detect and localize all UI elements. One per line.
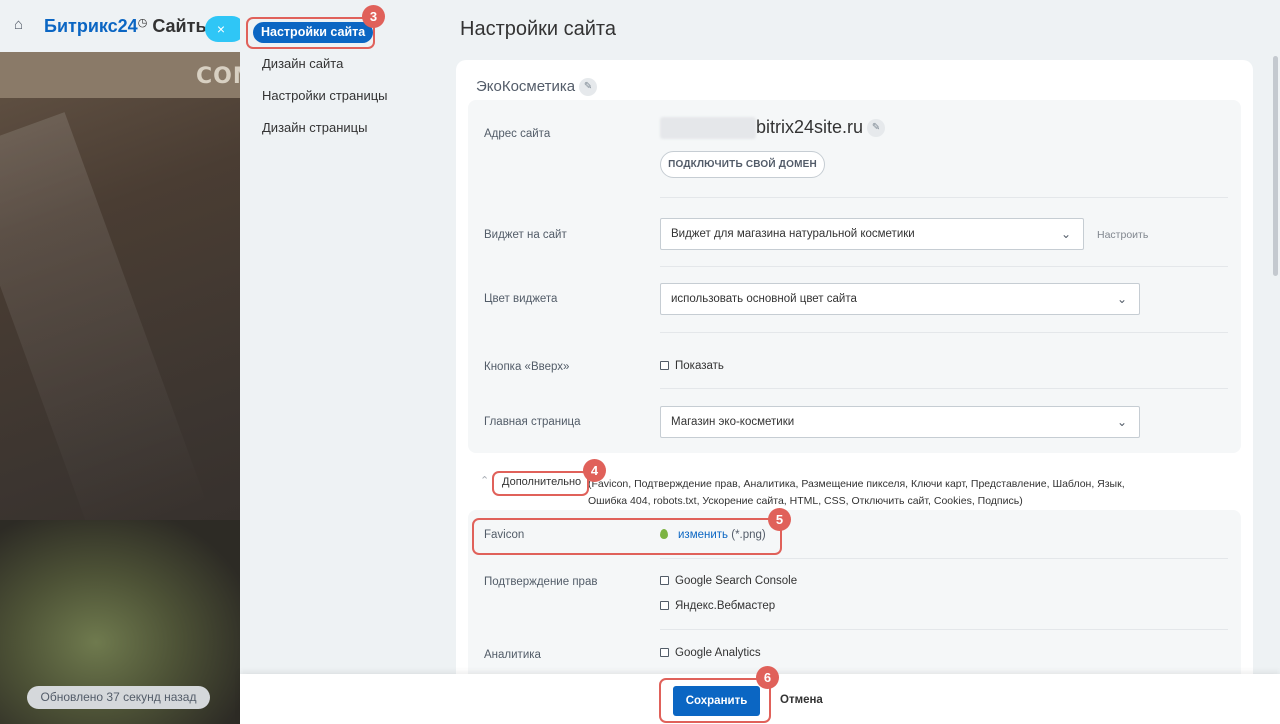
updated-status: Обновлено 37 секунд назад bbox=[27, 686, 210, 709]
yandex-webmaster-checkbox[interactable]: Яндекс.Вебмастер bbox=[660, 600, 775, 612]
close-slider-button[interactable]: × bbox=[205, 16, 245, 42]
site-domain: bitrix24site.ru ✎ bbox=[660, 117, 886, 140]
main-settings-panel: Адрес сайта bitrix24site.ru ✎ ПОДКЛЮЧИТЬ … bbox=[468, 100, 1241, 453]
widget-configure-link[interactable]: Настроить bbox=[1097, 229, 1148, 241]
checkbox-icon[interactable] bbox=[660, 601, 669, 610]
checkbox-icon[interactable] bbox=[660, 576, 669, 585]
additional-section-summary: (Favicon, Подтверждение прав, Аналитика,… bbox=[588, 476, 1188, 510]
checkbox-icon[interactable] bbox=[660, 361, 669, 370]
widget-color-select[interactable]: использовать основной цвет сайта ⌄ bbox=[660, 283, 1140, 315]
highlight-save bbox=[659, 678, 771, 723]
preview-header-text: COM bbox=[196, 64, 240, 89]
home-icon[interactable]: ⌂ bbox=[14, 17, 30, 33]
settings-side-menu: Настройки сайта Дизайн сайта Настройки с… bbox=[240, 0, 440, 724]
settings-card: ЭкоКосметика ✎ Адрес сайта bitrix24site.r… bbox=[456, 60, 1253, 724]
up-button-label: Кнопка «Вверх» bbox=[484, 361, 570, 373]
menu-item-page-design[interactable]: Дизайн страницы bbox=[262, 120, 367, 135]
chevron-down-icon: ⌄ bbox=[1060, 227, 1071, 241]
highlight-site-settings bbox=[246, 17, 375, 49]
step-badge-3: 3 bbox=[362, 5, 385, 28]
step-badge-5: 5 bbox=[768, 508, 791, 531]
pencil-icon[interactable]: ✎ bbox=[579, 78, 598, 97]
connect-domain-button[interactable]: ПОДКЛЮЧИТЬ СВОЙ ДОМЕН bbox=[660, 151, 825, 178]
page-scrollbar[interactable] bbox=[1271, 0, 1280, 674]
divider bbox=[660, 629, 1228, 630]
collapse-chevron-icon[interactable]: ⌃ bbox=[480, 474, 489, 487]
additional-summary-line: Ошибка 404, robots.txt, Ускорение сайта,… bbox=[588, 495, 1023, 507]
home-page-label: Главная страница bbox=[484, 416, 581, 428]
site-name: ЭкоКосметика ✎ bbox=[476, 78, 598, 97]
scrollbar-thumb[interactable] bbox=[1273, 56, 1278, 276]
rights-label: Подтверждение прав bbox=[484, 576, 598, 588]
google-analytics-checkbox[interactable]: Google Analytics bbox=[660, 647, 761, 659]
widget-select[interactable]: Виджет для магазина натуральной косметик… bbox=[660, 218, 1084, 250]
page-title: Настройки сайта bbox=[460, 18, 616, 40]
widget-label: Виджет на сайт bbox=[484, 229, 567, 241]
up-button-checkbox[interactable]: Показать bbox=[660, 360, 724, 372]
divider bbox=[660, 197, 1228, 198]
step-badge-6: 6 bbox=[756, 666, 779, 689]
main-settings-area: Настройки сайта ЭкоКосметика ✎ Адрес сайт… bbox=[440, 0, 1280, 724]
highlight-favicon bbox=[472, 518, 782, 555]
divider bbox=[660, 332, 1228, 333]
checkbox-icon[interactable] bbox=[660, 648, 669, 657]
preview-light-beam bbox=[0, 112, 209, 548]
brand-logo[interactable]: Битрикс24◷ Сайты bbox=[44, 16, 211, 37]
chevron-down-icon: ⌄ bbox=[1116, 415, 1127, 429]
step-badge-4: 4 bbox=[583, 459, 606, 482]
menu-item-page-settings[interactable]: Настройки страницы bbox=[262, 88, 388, 103]
menu-item-site-design[interactable]: Дизайн сайта bbox=[262, 56, 343, 71]
blurred-subdomain bbox=[660, 117, 756, 140]
divider bbox=[660, 558, 1228, 559]
home-page-select[interactable]: Магазин эко-косметики ⌄ bbox=[660, 406, 1140, 438]
widget-color-label: Цвет виджета bbox=[484, 293, 558, 305]
google-search-console-checkbox[interactable]: Google Search Console bbox=[660, 575, 797, 587]
divider bbox=[660, 388, 1228, 389]
divider bbox=[660, 266, 1228, 267]
pencil-icon[interactable]: ✎ bbox=[867, 119, 886, 138]
cancel-button[interactable]: Отмена bbox=[780, 694, 823, 706]
address-label: Адрес сайта bbox=[484, 128, 551, 140]
highlight-additional bbox=[492, 471, 589, 496]
top-bar: ⌂ Битрикс24◷ Сайты bbox=[0, 0, 240, 52]
chevron-down-icon: ⌄ bbox=[1116, 292, 1127, 306]
additional-summary-line: (Favicon, Подтверждение прав, Аналитика,… bbox=[588, 478, 1125, 490]
analytics-label: Аналитика bbox=[484, 649, 541, 661]
site-preview-background: COM bbox=[0, 0, 240, 724]
